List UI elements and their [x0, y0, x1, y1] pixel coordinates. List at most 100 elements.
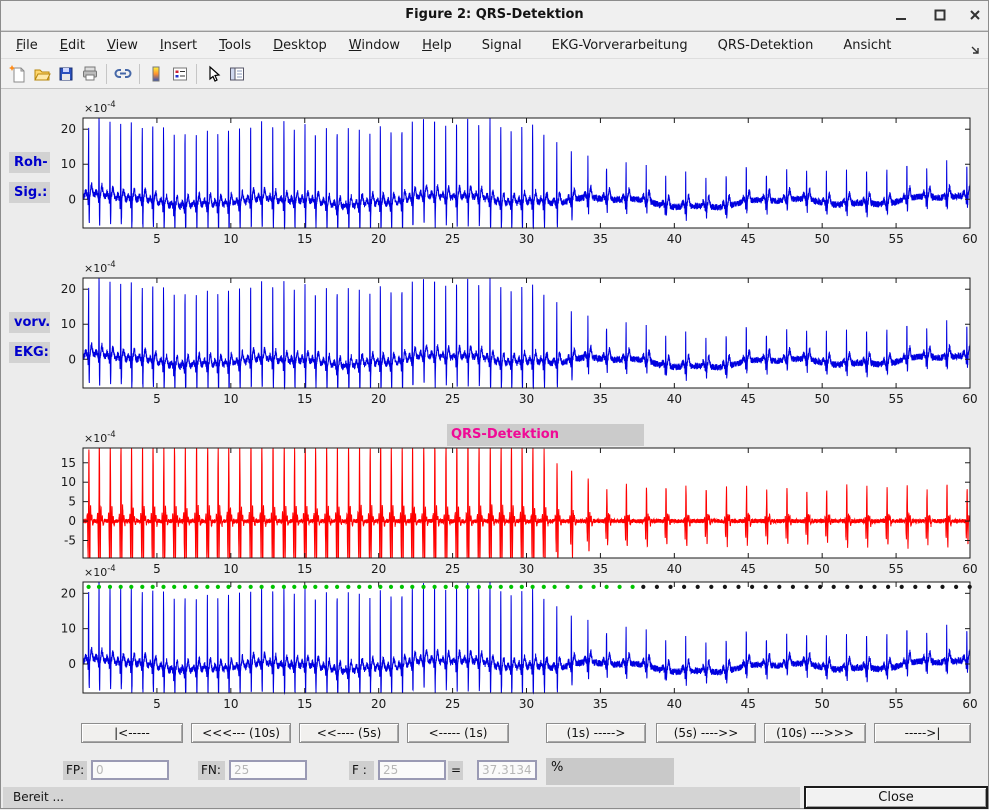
- label-vorv-ekg-2: EKG:: [9, 342, 50, 363]
- svg-text:20: 20: [371, 697, 386, 711]
- menu-ansicht[interactable]: Ansicht: [832, 34, 902, 57]
- svg-text:50: 50: [815, 392, 830, 406]
- svg-text:25: 25: [445, 562, 460, 576]
- menu-desktop[interactable]: Desktop: [262, 34, 338, 57]
- svg-text:×10-4: ×10-4: [84, 260, 116, 275]
- svg-text:0: 0: [68, 352, 76, 366]
- svg-text:10: 10: [61, 622, 76, 636]
- menu-edit[interactable]: Edit: [49, 34, 96, 57]
- svg-text:20: 20: [61, 282, 76, 296]
- svg-text:15: 15: [297, 562, 312, 576]
- svg-text:10: 10: [223, 562, 238, 576]
- svg-text:5: 5: [153, 562, 161, 576]
- menu-ekg-vorverarbeitung[interactable]: EKG-Vorverarbeitung: [541, 34, 699, 57]
- svg-text:45: 45: [741, 697, 756, 711]
- percent-label: %: [551, 760, 563, 775]
- svg-text:35: 35: [593, 562, 608, 576]
- svg-text:60: 60: [962, 562, 977, 576]
- menubar: FileEditViewInsertToolsDesktopWindowHelp…: [1, 31, 988, 59]
- toolbar-separator: [106, 64, 107, 84]
- label-roh-signal-2: Sig.:: [9, 182, 50, 203]
- svg-text:40: 40: [667, 392, 682, 406]
- f-input[interactable]: [378, 760, 446, 780]
- close-icon[interactable]: [963, 8, 987, 25]
- nav-button-forward-1s[interactable]: (1s) ----->: [546, 723, 646, 743]
- menu-tools[interactable]: Tools: [208, 34, 262, 57]
- svg-text:20: 20: [371, 392, 386, 406]
- insert-legend-icon[interactable]: [168, 62, 192, 86]
- svg-text:0: 0: [68, 657, 76, 671]
- toolbar-separator: [139, 64, 140, 84]
- status-bar: Bereit ...: [3, 787, 800, 808]
- nav-button-back-10s[interactable]: <<<--- (10s): [191, 723, 291, 743]
- svg-text:45: 45: [741, 392, 756, 406]
- svg-text:20: 20: [61, 122, 76, 136]
- svg-text:5: 5: [153, 392, 161, 406]
- svg-text:50: 50: [815, 232, 830, 246]
- link-plot-icon[interactable]: [111, 62, 135, 86]
- svg-text:25: 25: [445, 392, 460, 406]
- menu-signal[interactable]: Signal: [471, 34, 533, 57]
- svg-text:10: 10: [61, 317, 76, 331]
- menu-window[interactable]: Window: [338, 34, 411, 57]
- svg-text:60: 60: [962, 697, 977, 711]
- svg-text:0: 0: [68, 192, 76, 206]
- insert-colorbar-icon[interactable]: [144, 62, 168, 86]
- menu-qrs-detektion[interactable]: QRS-Detektion: [707, 34, 825, 57]
- menu-help[interactable]: Help: [411, 34, 463, 57]
- svg-text:40: 40: [667, 562, 682, 576]
- nav-button-back-1s[interactable]: <----- (1s): [407, 723, 509, 743]
- svg-text:60: 60: [962, 392, 977, 406]
- window-title: Figure 2: QRS-Detektion: [1, 7, 988, 22]
- menu-view[interactable]: View: [96, 34, 149, 57]
- fp-input[interactable]: [91, 760, 169, 780]
- svg-text:0: 0: [68, 514, 76, 528]
- new-file-icon[interactable]: [6, 62, 30, 86]
- fp-label: FP:: [63, 761, 87, 780]
- svg-text:×10-4: ×10-4: [84, 100, 116, 115]
- svg-text:20: 20: [61, 586, 76, 600]
- svg-text:35: 35: [593, 697, 608, 711]
- f-label: F :: [349, 761, 374, 780]
- close-button[interactable]: Close: [804, 786, 988, 809]
- menu-insert[interactable]: Insert: [149, 34, 208, 57]
- svg-text:50: 50: [815, 562, 830, 576]
- qrs-detektion-title-text: QRS-Detektion: [451, 427, 559, 442]
- plots-canvas: 5101520253035404550556001020×10-45101520…: [1, 1, 989, 810]
- menu-file[interactable]: File: [5, 34, 49, 57]
- maximize-icon[interactable]: [928, 8, 952, 25]
- svg-text:15: 15: [297, 697, 312, 711]
- svg-text:5: 5: [68, 495, 76, 509]
- svg-text:10: 10: [223, 697, 238, 711]
- nav-button-go-end[interactable]: ----->|: [874, 723, 971, 743]
- nav-button-go-start[interactable]: |<-----: [81, 723, 183, 743]
- label-vorv-ekg: vorv.: [9, 312, 50, 333]
- svg-text:55: 55: [888, 562, 903, 576]
- svg-text:45: 45: [741, 562, 756, 576]
- fn-input[interactable]: [229, 760, 307, 780]
- f-measure-input[interactable]: [477, 760, 537, 780]
- print-icon[interactable]: [78, 62, 102, 86]
- svg-text:×10-4: ×10-4: [84, 430, 116, 445]
- save-icon[interactable]: [54, 62, 78, 86]
- plot-browser-icon[interactable]: [225, 62, 249, 86]
- minimize-icon[interactable]: [889, 8, 913, 25]
- status-text: Bereit ...: [13, 790, 64, 804]
- menu-overflow-icon[interactable]: [971, 41, 981, 60]
- nav-button-back-5s[interactable]: <<---- (5s): [299, 723, 399, 743]
- svg-text:25: 25: [445, 232, 460, 246]
- equals-label: =: [448, 761, 463, 780]
- svg-text:35: 35: [593, 392, 608, 406]
- open-file-icon[interactable]: [30, 62, 54, 86]
- svg-text:20: 20: [371, 562, 386, 576]
- svg-text:30: 30: [519, 697, 534, 711]
- toolbar-separator: [196, 64, 197, 84]
- svg-text:×10-4: ×10-4: [84, 564, 116, 579]
- svg-text:-5: -5: [64, 534, 76, 548]
- svg-text:55: 55: [888, 697, 903, 711]
- label-roh-signal: Roh-: [9, 152, 50, 173]
- figure-window: Figure 2: QRS-Detektion FileEditViewInse…: [0, 0, 989, 809]
- pointer-icon[interactable]: [201, 62, 225, 86]
- nav-button-forward-10s[interactable]: (10s) --->>>: [764, 723, 866, 743]
- nav-button-forward-5s[interactable]: (5s) ---->>: [656, 723, 756, 743]
